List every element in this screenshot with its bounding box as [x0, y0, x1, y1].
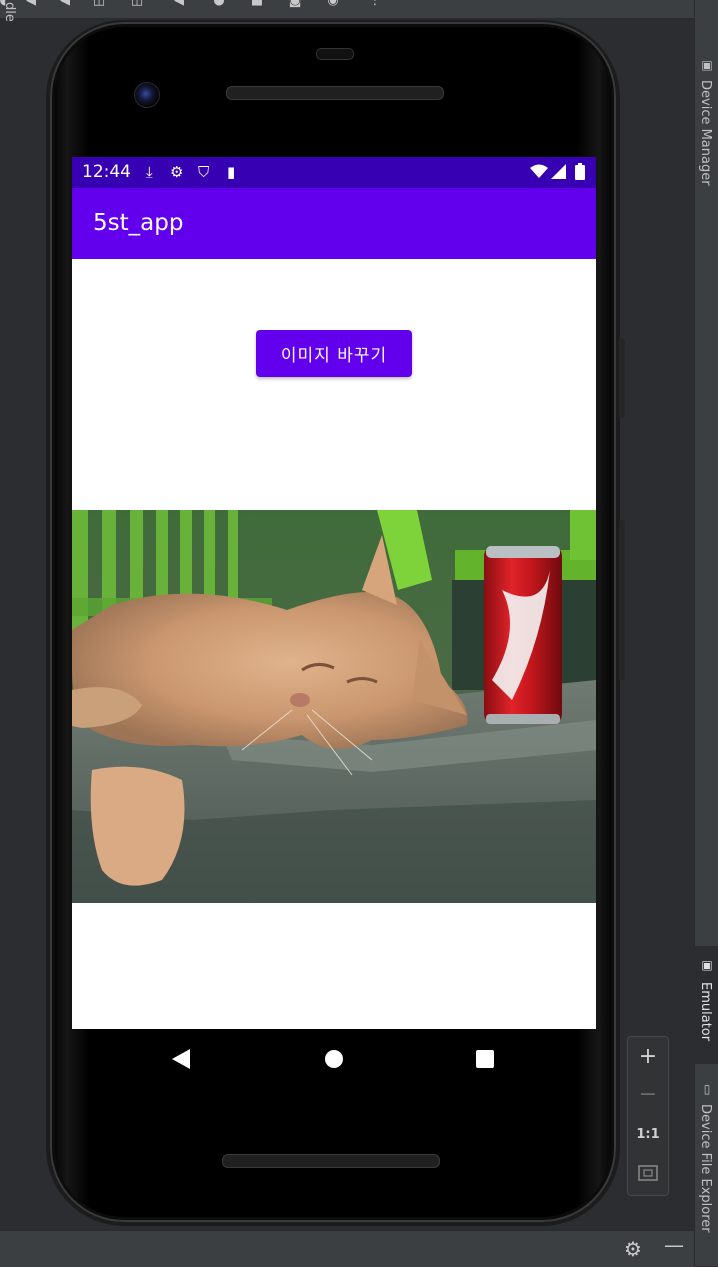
zoom-controls: + − 1:1: [627, 1036, 669, 1196]
power-key: [619, 520, 625, 680]
zoom-out-button[interactable]: −: [628, 1077, 668, 1113]
device-screen[interactable]: 12:44 ⤓ ⚙ ⛉ ▮ 5st_app 이미지 바꾸기: [72, 157, 596, 1029]
cat-photo: [72, 510, 596, 903]
proximity-sensor: [316, 48, 354, 60]
volume-down-icon[interactable]: ◀: [58, 0, 72, 8]
home-icon[interactable]: ●: [212, 0, 226, 8]
gear-icon[interactable]: ⚙: [624, 1237, 642, 1261]
emulator-icon[interactable]: ▣: [700, 958, 714, 972]
emulator-toolbar: ◖ ◀ ◀ ◫ ◫ ◀ ● ■ ◙ ◉ ⋮: [0, 0, 694, 19]
volume-rocker: [619, 338, 625, 418]
status-bar: 12:44 ⤓ ⚙ ⛉ ▮: [72, 157, 596, 188]
device-file-explorer-tab[interactable]: Device File Explorer: [698, 1104, 713, 1233]
bottom-speaker: [222, 1154, 440, 1168]
device-manager-tab[interactable]: Device Manager: [698, 80, 713, 186]
emulator-tab[interactable]: Emulator: [698, 982, 713, 1041]
app-bar: 5st_app: [72, 188, 596, 259]
front-camera: [134, 82, 160, 108]
settings-icon: ⚙: [170, 163, 184, 181]
status-time: 12:44: [82, 162, 131, 182]
more-icon[interactable]: ⋮: [368, 0, 382, 8]
cat-image: [72, 510, 596, 903]
app-title: 5st_app: [93, 210, 184, 236]
nav-back-button[interactable]: [172, 1049, 190, 1069]
tool-window-truncated[interactable]: dle: [2, 2, 17, 22]
battery-icon: [575, 163, 585, 180]
earpiece-speaker: [226, 86, 444, 100]
navigation-bar: [72, 1029, 596, 1089]
sd-card-icon: ▮: [227, 163, 236, 181]
shield-icon: ⛉: [198, 163, 210, 181]
actual-size-button[interactable]: 1:1: [628, 1117, 668, 1153]
rotate-right-icon[interactable]: ◫: [130, 0, 144, 8]
zoom-in-button[interactable]: +: [628, 1039, 668, 1075]
nav-recents-button[interactable]: [476, 1050, 494, 1068]
device-manager-icon[interactable]: ▣: [700, 58, 714, 72]
change-image-button[interactable]: 이미지 바꾸기: [256, 330, 412, 377]
snapshot-icon[interactable]: ◉: [326, 0, 340, 8]
fit-screen-button[interactable]: [628, 1155, 668, 1191]
minimize-icon[interactable]: —: [664, 1233, 684, 1257]
download-icon: ⤓: [146, 163, 153, 181]
volume-up-icon[interactable]: ◀: [24, 0, 38, 8]
wifi-icon: [530, 164, 548, 178]
back-icon[interactable]: ◀: [172, 0, 186, 8]
device-file-explorer-icon[interactable]: ▯: [700, 1082, 714, 1096]
emulator-bottom-bar: ⚙ —: [0, 1230, 694, 1267]
fit-screen-icon: [638, 1165, 658, 1181]
nav-home-button[interactable]: [325, 1050, 343, 1068]
tool-window-strip: [694, 0, 718, 1266]
overview-icon[interactable]: ■: [250, 0, 264, 8]
screenshot-icon[interactable]: ◙: [288, 0, 302, 8]
signal-icon: [551, 164, 566, 179]
rotate-left-icon[interactable]: ◫: [92, 0, 106, 8]
